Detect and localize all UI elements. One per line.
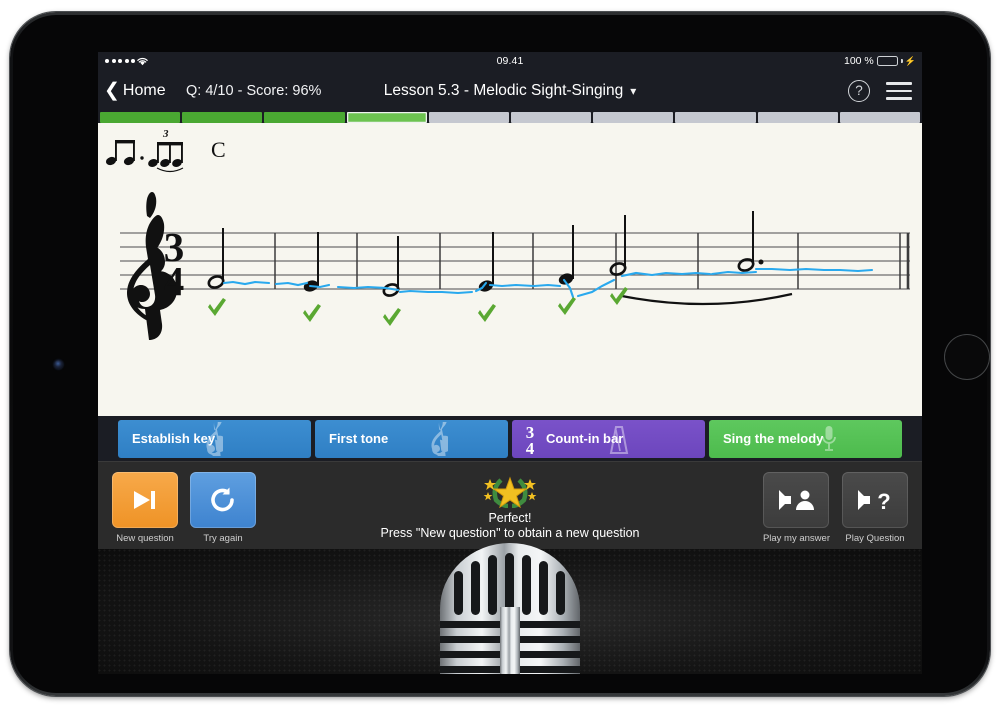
note-half	[609, 215, 627, 276]
progress-segment-current	[346, 112, 427, 123]
play-my-answer-tile[interactable]	[763, 472, 830, 528]
staff-notation: 3 4	[120, 192, 910, 340]
svg-text:4: 4	[164, 258, 185, 304]
progress-segment	[757, 112, 838, 123]
lightning-bolt-icon: ⚡	[904, 56, 916, 66]
feedback-headline: Perfect!	[488, 511, 532, 525]
progress-segment	[100, 112, 181, 123]
progress-segment	[839, 112, 921, 123]
gold-star-award-icon	[483, 476, 537, 508]
play-my-answer-caption: Play my answer	[762, 533, 830, 544]
checkmark-icon	[208, 298, 226, 316]
exercise-action-bar: Establish key First tone 3 4 Count-in ba…	[98, 416, 922, 461]
checkmark-icon	[478, 304, 496, 322]
chevron-down-icon: ▾	[630, 84, 637, 98]
checkmark-icon	[383, 308, 401, 326]
hamburger-menu-icon[interactable]	[886, 82, 912, 100]
sing-the-melody-button[interactable]: Sing the melody	[709, 419, 902, 458]
progress-segment	[428, 112, 510, 123]
first-tone-button[interactable]: First tone	[315, 419, 508, 458]
question-mark-glyph: ?	[877, 489, 890, 513]
staff-lines	[120, 232, 910, 290]
front-camera-icon	[54, 360, 63, 369]
progress-segment	[511, 112, 592, 123]
navigation-bar: ❮ Home Q: 4/10 - Score: 96% Lesson 5.3 -…	[98, 70, 922, 112]
feedback-subline: Press "New question" to obtain a new que…	[380, 526, 640, 540]
lesson-title: Lesson 5.3 - Melodic Sight-Singing	[383, 82, 624, 99]
music-notation-sheet[interactable]: 3 C 3 4	[98, 123, 922, 416]
microphone-panel	[98, 543, 922, 674]
play-question-caption: Play Question	[845, 533, 905, 544]
note-half-dotted	[737, 211, 764, 272]
note-group	[207, 211, 793, 306]
pitch-trace-line	[222, 267, 874, 299]
progress-segment	[182, 112, 263, 123]
speaker-person-icon	[779, 490, 815, 510]
help-icon[interactable]: ?	[848, 80, 870, 102]
play-question-button[interactable]: ? Play Question	[842, 472, 908, 544]
time-signature: 3 4	[164, 224, 185, 304]
checkmark-icon	[303, 304, 321, 322]
tie-slur	[621, 292, 793, 306]
right-control-group: Play my answer ? Play Question	[763, 472, 908, 544]
control-feedback-bar: New question Try again Perfect! Press "N…	[98, 461, 922, 549]
treble-clef-icon	[431, 421, 448, 456]
tablet-device-frame: 09.41 100 % ⚡ ❮ Home Q: 4/10 - Score: 96…	[10, 12, 990, 696]
battery-status: 100 % ⚡	[844, 52, 916, 70]
establish-key-label: Establish key	[132, 431, 216, 446]
progress-segment	[264, 112, 345, 123]
retro-microphone-icon	[440, 543, 580, 674]
lesson-title-dropdown[interactable]: Lesson 5.3 - Melodic Sight-Singing ▾	[98, 70, 922, 112]
tablet-screen: 09.41 100 % ⚡ ❮ Home Q: 4/10 - Score: 96…	[98, 52, 922, 674]
count-in-bar-label: Count-in bar	[546, 431, 624, 446]
home-button[interactable]	[944, 334, 990, 380]
establish-key-button[interactable]: Establish key	[118, 419, 311, 458]
checkmark-group	[208, 287, 628, 326]
speaker-question-icon: ?	[858, 489, 891, 513]
progress-segment	[593, 112, 674, 123]
question-progress-bar	[98, 112, 922, 123]
first-tone-label: First tone	[329, 431, 389, 446]
status-bar-clock: 09.41	[496, 55, 524, 67]
ios-status-bar: 09.41 100 % ⚡	[98, 52, 922, 70]
checkmark-icon	[558, 297, 576, 315]
play-question-tile[interactable]: ?	[842, 472, 908, 528]
progress-segment	[675, 112, 756, 123]
play-my-answer-button[interactable]: Play my answer	[763, 472, 830, 544]
sing-the-melody-label: Sing the melody	[723, 431, 824, 446]
note-quarter	[558, 225, 574, 285]
battery-percent-label: 100 %	[844, 55, 874, 67]
note-half	[207, 228, 225, 289]
count-in-bar-button[interactable]: 3 4 Count-in bar	[512, 419, 705, 458]
battery-icon	[876, 56, 898, 66]
battery-nub	[900, 59, 903, 63]
